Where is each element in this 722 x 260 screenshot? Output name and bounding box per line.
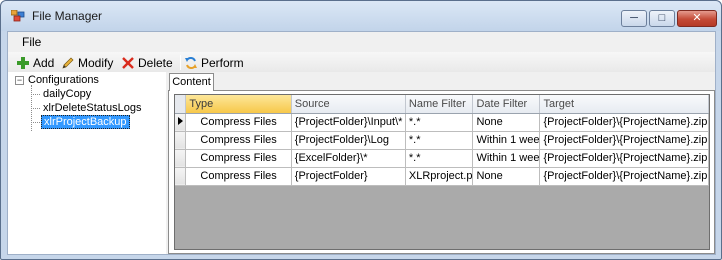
content-grid[interactable]: Type Source Name Filter Date Filter Targ… xyxy=(174,94,710,250)
column-header-target[interactable]: Target xyxy=(539,95,709,114)
close-button[interactable]: ✕ xyxy=(677,10,717,27)
file-manager-window: File Manager ─ □ ✕ File Add Modify Delet… xyxy=(0,0,722,260)
cell-date-filter[interactable]: None xyxy=(472,167,541,186)
perform-label: Perform xyxy=(201,56,244,70)
cell-date-filter[interactable]: None xyxy=(472,113,541,132)
menu-bar: File xyxy=(8,32,715,52)
table-row[interactable]: Compress Files {ExcelFolder}\* *.* Withi… xyxy=(175,149,709,168)
menu-file[interactable]: File xyxy=(22,35,41,49)
tab-page-content: Type Source Name Filter Date Filter Targ… xyxy=(168,90,715,254)
row-header[interactable] xyxy=(175,113,187,132)
perform-button[interactable]: Perform xyxy=(184,55,244,71)
column-header-type[interactable]: Type xyxy=(185,95,292,114)
row-indicator-icon xyxy=(177,117,183,125)
cell-name-filter[interactable]: *.* xyxy=(405,131,474,150)
tree-collapse-icon[interactable]: − xyxy=(15,76,24,85)
cell-target[interactable]: {ProjectFolder}\{ProjectName}.zip xyxy=(539,167,709,186)
cell-type[interactable]: Compress Files xyxy=(185,167,292,186)
column-header-source[interactable]: Source xyxy=(291,95,406,114)
cell-name-filter[interactable]: XLRproject.p xyxy=(405,167,474,186)
tree-connector xyxy=(31,122,40,123)
perform-icon xyxy=(185,57,197,69)
window-title: File Manager xyxy=(32,9,103,23)
close-icon: ✕ xyxy=(692,12,702,24)
column-header-date-filter[interactable]: Date Filter xyxy=(472,95,541,114)
row-header[interactable] xyxy=(175,167,187,186)
modify-icon xyxy=(62,57,74,69)
add-label: Add xyxy=(33,56,55,70)
tree-connector xyxy=(31,94,40,95)
add-icon xyxy=(17,57,29,69)
configuration-tree[interactable]: − Configurations dailyCopy xlrDeleteStat… xyxy=(8,72,166,254)
cell-date-filter[interactable]: Within 1 wee xyxy=(472,149,541,168)
cell-type[interactable]: Compress Files xyxy=(185,149,292,168)
table-row[interactable]: Compress Files {ProjectFolder}\Input\* *… xyxy=(175,113,709,132)
grid-table: Type Source Name Filter Date Filter Targ… xyxy=(175,95,709,186)
minimize-icon: ─ xyxy=(630,12,638,24)
cell-name-filter[interactable]: *.* xyxy=(405,149,474,168)
table-row[interactable]: Compress Files {ProjectFolder}\Log *.* W… xyxy=(175,131,709,150)
toolbar: Add Modify Delete Perform xyxy=(8,52,715,72)
tree-connector xyxy=(31,108,40,109)
tree-item-xlrprojectbackup[interactable]: xlrProjectBackup xyxy=(41,115,130,129)
delete-button[interactable]: Delete xyxy=(121,55,173,71)
row-header[interactable] xyxy=(175,131,187,150)
cell-date-filter[interactable]: Within 1 wee xyxy=(472,131,541,150)
cell-source[interactable]: {ExcelFolder}\* xyxy=(291,149,406,168)
tree-root-configurations[interactable]: Configurations xyxy=(28,74,99,86)
delete-icon xyxy=(122,57,134,69)
title-bar[interactable]: File Manager ─ □ ✕ xyxy=(1,1,721,31)
modify-button[interactable]: Modify xyxy=(61,55,113,71)
content-tab-area: Type Source Name Filter Date Filter Targ… xyxy=(168,72,715,254)
grid-corner[interactable] xyxy=(175,95,187,114)
tab-content[interactable]: Content xyxy=(169,73,214,91)
maximize-button[interactable]: □ xyxy=(649,10,675,27)
cell-target[interactable]: {ProjectFolder}\{ProjectName}.zip xyxy=(539,131,709,150)
minimize-button[interactable]: ─ xyxy=(621,10,647,27)
table-row[interactable]: Compress Files {ProjectFolder} XLRprojec… xyxy=(175,167,709,186)
toolbar-separator xyxy=(180,55,181,70)
cell-type[interactable]: Compress Files xyxy=(185,113,292,132)
cell-target[interactable]: {ProjectFolder}\{ProjectName}.zip xyxy=(539,113,709,132)
maximize-icon: □ xyxy=(658,12,666,24)
modify-label: Modify xyxy=(78,56,114,70)
cell-type[interactable]: Compress Files xyxy=(185,131,292,150)
cell-target[interactable]: {ProjectFolder}\{ProjectName}.zip xyxy=(539,149,709,168)
cell-source[interactable]: {ProjectFolder}\Log xyxy=(291,131,406,150)
tree-item-xlrdeletestatuslogs[interactable]: xlrDeleteStatusLogs xyxy=(43,102,141,114)
delete-label: Delete xyxy=(138,56,173,70)
add-button[interactable]: Add xyxy=(16,55,54,71)
cell-source[interactable]: {ProjectFolder}\Input\* xyxy=(291,113,406,132)
client-area: File Add Modify Delete Perform − Configu… xyxy=(7,31,716,255)
cell-name-filter[interactable]: *.* xyxy=(405,113,474,132)
row-header[interactable] xyxy=(175,149,187,168)
app-icon xyxy=(11,10,25,22)
column-header-name-filter[interactable]: Name Filter xyxy=(405,95,474,114)
cell-source[interactable]: {ProjectFolder} xyxy=(291,167,406,186)
tree-item-dailycopy[interactable]: dailyCopy xyxy=(43,88,91,100)
